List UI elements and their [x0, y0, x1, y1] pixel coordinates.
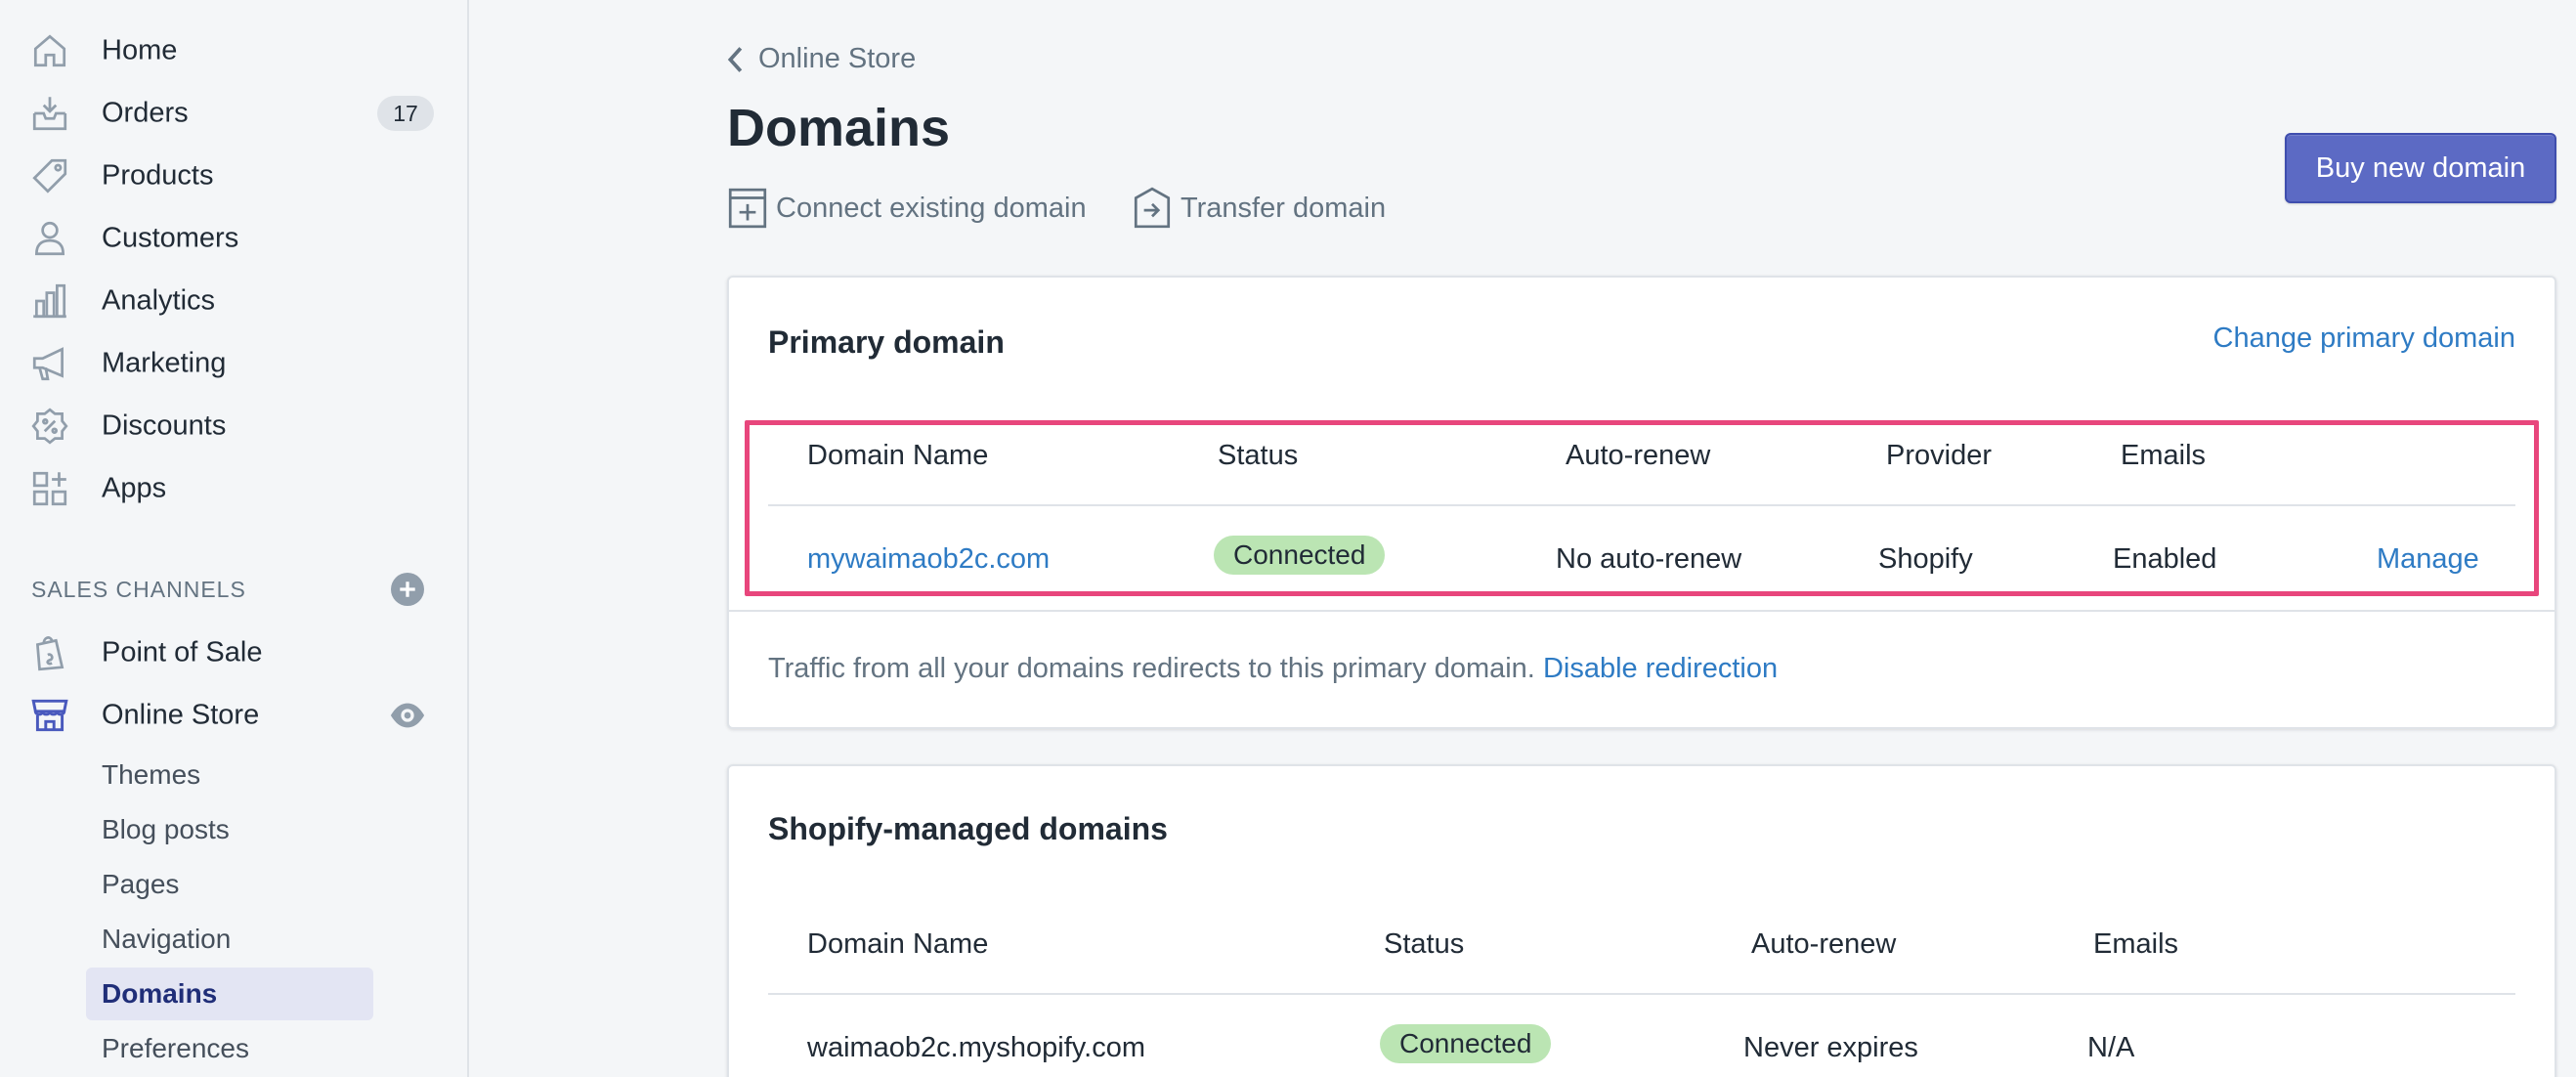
sidebar-item-label: Products [102, 159, 214, 192]
disable-redirection-link[interactable]: Disable redirection [1543, 653, 1778, 684]
card-section-divider [729, 610, 2555, 612]
primary-domain-card: Primary domain Change primary domain Dom… [727, 276, 2556, 729]
column-header-auto-renew: Auto-renew [1751, 928, 1897, 960]
redirect-info-label: Traffic from all your domains redirects … [768, 653, 1535, 684]
sidebar-item-label: Discounts [102, 409, 227, 442]
managed-domains-title: Shopify-managed domains [768, 811, 1168, 846]
managed-domain-name: waimaob2c.myshopify.com [807, 1032, 1145, 1063]
sub-item-preferences[interactable]: Preferences [86, 1022, 373, 1075]
sub-item-blog-posts[interactable]: Blog posts [86, 803, 373, 856]
column-header-provider: Provider [1886, 440, 1992, 471]
sidebar-item-customers[interactable]: Customers [0, 207, 467, 270]
sub-item-domains[interactable]: Domains [86, 968, 373, 1020]
sidebar-item-label: Point of Sale [102, 636, 263, 668]
sidebar-item-label: Orders [102, 97, 189, 129]
home-icon [27, 28, 72, 73]
page-title: Domains [727, 99, 951, 157]
primary-domain-title: Primary domain [768, 324, 1005, 360]
status-badge: Connected [1380, 1024, 1552, 1063]
sidebar-item-label: Home [102, 34, 178, 66]
shopify-managed-domains-card: Shopify-managed domains Domain Name Stat… [727, 764, 2556, 1077]
store-icon [27, 693, 72, 738]
sidebar-item-apps[interactable]: Apps [0, 457, 467, 520]
status-badge: Connected [1214, 536, 1386, 575]
sidebar-item-marketing[interactable]: Marketing [0, 332, 467, 395]
provider-value: Shopify [1878, 543, 1973, 575]
sidebar: Home Orders 17 Products Customers Analyt… [0, 0, 469, 1077]
add-sales-channel-icon[interactable] [391, 573, 424, 606]
sidebar-item-label: Customers [102, 222, 239, 254]
sidebar-item-label: Online Store [102, 699, 260, 731]
sidebar-item-discounts[interactable]: Discounts [0, 395, 467, 457]
sub-item-navigation[interactable]: Navigation [86, 913, 373, 966]
eye-icon[interactable] [389, 697, 426, 734]
connect-existing-domain-action[interactable]: Connect existing domain [727, 186, 1087, 231]
redirect-info-text: Traffic from all your domains redirects … [768, 653, 1778, 685]
manage-link[interactable]: Manage [2377, 543, 2479, 576]
sales-channels-heading: SALES CHANNELS [31, 577, 246, 602]
chevron-left-icon [727, 46, 743, 72]
shopping-bag-icon [27, 630, 72, 675]
breadcrumb-label: Online Store [758, 43, 917, 74]
buy-new-domain-button[interactable]: Buy new domain [2285, 133, 2556, 203]
emails-value: N/A [2087, 1032, 2135, 1063]
change-primary-domain-link[interactable]: Change primary domain [2213, 323, 2515, 355]
column-header-emails: Emails [2093, 928, 2179, 960]
column-header-emails: Emails [2121, 440, 2207, 471]
column-header-domain-name: Domain Name [807, 440, 989, 471]
sub-item-themes[interactable]: Themes [86, 749, 373, 801]
sidebar-item-analytics[interactable]: Analytics [0, 270, 467, 332]
column-header-domain-name: Domain Name [807, 928, 989, 960]
bar-chart-icon [27, 279, 72, 323]
column-header-status: Status [1218, 440, 1299, 471]
transfer-domain-label: Transfer domain [1181, 192, 1387, 224]
sidebar-item-label: Marketing [102, 347, 227, 379]
transfer-domain-icon [1134, 187, 1171, 229]
sidebar-item-orders[interactable]: Orders 17 [0, 82, 467, 145]
table-divider [768, 504, 2515, 506]
sidebar-item-online-store[interactable]: Online Store [0, 684, 467, 747]
column-header-auto-renew: Auto-renew [1566, 440, 1711, 471]
emails-value: Enabled [2113, 543, 2217, 575]
primary-domain-name-link[interactable]: mywaimaob2c.com [807, 543, 1050, 576]
auto-renew-value: No auto-renew [1556, 543, 1742, 575]
auto-renew-value: Never expires [1743, 1032, 1918, 1063]
sidebar-item-home[interactable]: Home [0, 20, 467, 82]
apps-icon [27, 466, 72, 511]
connect-domain-icon [728, 188, 767, 229]
column-header-status: Status [1384, 928, 1465, 960]
orders-count-badge: 17 [377, 96, 434, 131]
breadcrumb-back-link[interactable]: Online Store [725, 43, 916, 75]
sidebar-item-label: Analytics [102, 284, 216, 317]
megaphone-icon [27, 341, 72, 386]
discount-icon [27, 404, 72, 449]
orders-icon [27, 91, 72, 136]
sidebar-item-label: Apps [102, 472, 167, 504]
person-icon [27, 216, 72, 261]
sidebar-item-products[interactable]: Products [0, 145, 467, 207]
sub-item-pages[interactable]: Pages [86, 858, 373, 911]
table-divider [768, 993, 2515, 995]
sidebar-item-point-of-sale[interactable]: Point of Sale [0, 622, 467, 684]
tag-icon [27, 153, 72, 198]
connect-existing-domain-label: Connect existing domain [776, 192, 1087, 224]
transfer-domain-action[interactable]: Transfer domain [1132, 186, 1386, 231]
